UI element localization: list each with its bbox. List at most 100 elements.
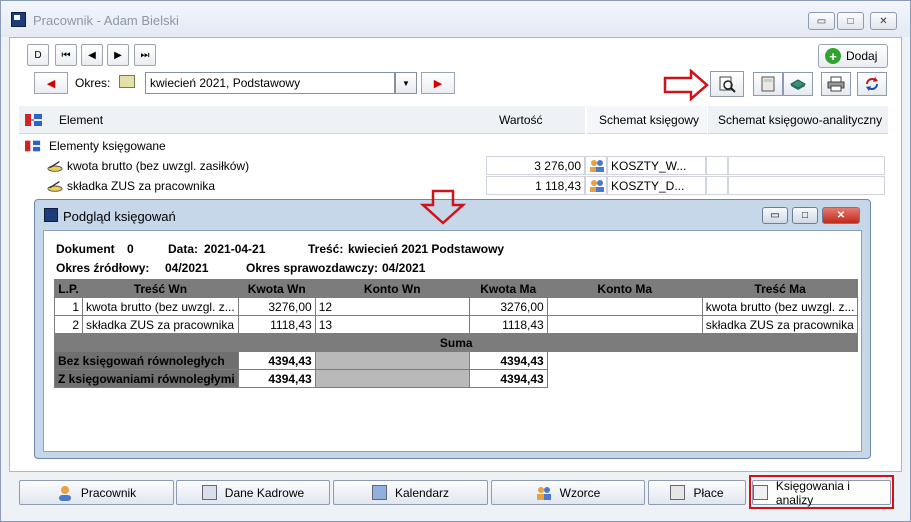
header-schemat-label: Schemat księgowy xyxy=(599,112,700,127)
grid-header-schemat-analityczny[interactable]: Schemat księgowo-analityczny xyxy=(708,106,888,134)
dialog-minimize-button[interactable]: ▭ xyxy=(762,207,788,224)
sum-label: Bez księgowań równoległych xyxy=(54,351,239,370)
tab-label: Dane Kadrowe xyxy=(224,485,305,500)
add-button[interactable]: + Dodaj xyxy=(818,44,888,68)
period-dropdown-button[interactable]: ▼ xyxy=(395,72,417,94)
tab-label: Kalendarz xyxy=(394,485,450,500)
grid-header-element[interactable]: Element xyxy=(19,106,487,134)
grid-row-value[interactable]: 3 276,00 xyxy=(486,156,585,175)
cell-kwota-ma: 1118,43 xyxy=(468,315,548,334)
tab-wzorce[interactable]: Wzorce xyxy=(491,480,645,505)
sum-konto-wn-empty xyxy=(314,351,470,370)
annotation-arrow-right-icon xyxy=(663,69,709,101)
tab-pracownik[interactable]: Pracownik xyxy=(19,480,174,505)
grid-row-empty-cell[interactable] xyxy=(706,176,728,195)
sum-kwota-ma: 4394,43 xyxy=(468,369,548,388)
tresc-value: kwiecień 2021 Podstawowy xyxy=(348,242,505,256)
main-window: Pracownik - Adam Bielski ▭ □ ✕ D ⏮ ◀ ▶ ⏭… xyxy=(0,0,911,522)
grid-row-schema[interactable]: KOSZTY_W... xyxy=(607,156,706,175)
arrow-right-icon: ▶ xyxy=(114,49,122,61)
dialog-maximize-button[interactable]: □ xyxy=(792,207,818,224)
users-icon xyxy=(585,156,607,175)
table-row[interactable]: 1 kwota brutto (bez uwzgl. z... 3276,00 … xyxy=(54,297,859,316)
grid-row-value[interactable]: 1 118,43 xyxy=(486,176,585,195)
annotation-arrow-down-icon xyxy=(419,189,467,225)
cell-konto-wn: 13 xyxy=(314,315,470,334)
document-icon: D xyxy=(34,49,42,61)
cell-kwota-wn: 3276,00 xyxy=(237,297,316,316)
skip-end-icon: ⏭ xyxy=(140,49,150,61)
calculator-button[interactable] xyxy=(753,72,783,96)
arrow-left-icon: ◀ xyxy=(88,49,96,61)
cell-tresc-ma: kwota brutto (bez uwzgl. z... xyxy=(701,297,859,316)
group-label[interactable]: Elementy księgowane xyxy=(49,139,166,153)
grid-header-schemat[interactable]: Schemat księgowy xyxy=(587,106,707,134)
red-arrow-right-icon: ▶ xyxy=(433,77,443,90)
sum-kwota-wn: 4394,43 xyxy=(237,369,316,388)
grid-row-name[interactable]: składka ZUS za pracownika xyxy=(67,179,215,193)
close-button[interactable]: ✕ xyxy=(870,12,897,30)
preview-postings-button[interactable] xyxy=(710,71,744,97)
title-bar: Pracownik - Adam Bielski ▭ □ ✕ xyxy=(1,1,910,37)
group-tree-icon xyxy=(25,140,41,152)
cell-tresc-ma: składka ZUS za pracownika xyxy=(701,315,859,334)
header-schemat-analityczny-label: Schemat księgowo-analityczny xyxy=(718,112,883,127)
period-select[interactable]: kwiecień 2021, Podstawowy xyxy=(145,72,395,94)
tab-dane-kadrowe[interactable]: Dane Kadrowe xyxy=(176,480,330,505)
maximize-button[interactable]: □ xyxy=(837,12,864,30)
cell-kwota-wn: 1118,43 xyxy=(237,315,316,334)
sum-row: Bez księgowań równoległych 4394,43 4394,… xyxy=(54,351,858,370)
minimize-button[interactable]: ▭ xyxy=(808,12,835,30)
okres-sprawozdawczy-value: 04/2021 xyxy=(382,261,426,275)
grid-row-empty-cell[interactable] xyxy=(706,156,728,175)
nav-next-button[interactable]: ▶ xyxy=(107,44,129,66)
print-button[interactable] xyxy=(821,72,851,96)
calculator-icon xyxy=(670,485,686,500)
okres-zrodlowy-label: Okres źródłowy: xyxy=(56,261,150,275)
okres-sprawozdawczy-label: Okres sprawozdawczy: xyxy=(246,261,379,275)
grid-row-analytic[interactable] xyxy=(728,156,885,175)
skip-start-icon: ⏮ xyxy=(61,49,71,61)
window-title: Pracownik - Adam Bielski xyxy=(33,13,179,28)
refresh-button[interactable] xyxy=(857,72,887,96)
dialog-app-icon xyxy=(44,208,58,222)
maximize-icon: □ xyxy=(801,210,809,221)
header-wartosc-label: Wartość xyxy=(499,112,543,127)
person-icon xyxy=(58,485,71,501)
calculator-icon xyxy=(761,76,775,92)
period-prev-button[interactable]: ◀ xyxy=(34,72,68,94)
nav-last-button[interactable]: ⏭ xyxy=(134,44,156,66)
empty-cell xyxy=(547,352,702,370)
grid-row-schema[interactable]: KOSZTY_D... xyxy=(607,176,706,195)
dialog-close-button[interactable]: ✕ xyxy=(822,207,860,224)
books-button[interactable] xyxy=(783,72,813,96)
table-row[interactable]: 2 składka ZUS za pracownika 1118,43 13 1… xyxy=(54,315,859,334)
cell-konto-ma xyxy=(546,297,703,316)
period-next-button[interactable]: ▶ xyxy=(421,72,455,94)
grid-row-name[interactable]: kwota brutto (bez uwzgl. zasiłków) xyxy=(67,159,249,173)
col-lp: L.P. xyxy=(54,279,83,298)
grid-row-analytic[interactable] xyxy=(728,176,885,195)
empty-cell xyxy=(547,370,702,388)
red-arrow-left-icon: ◀ xyxy=(46,77,56,90)
tab-label: Wzorce xyxy=(559,485,601,500)
okres-zrodlowy-value: 04/2021 xyxy=(165,261,209,275)
cell-konto-wn: 12 xyxy=(314,297,470,316)
cell-lp: 1 xyxy=(54,297,83,316)
suma-row: Suma xyxy=(53,333,859,352)
tab-place[interactable]: Płace xyxy=(648,480,746,505)
tab-kalendarz[interactable]: Kalendarz xyxy=(333,480,488,505)
nav-first-button[interactable]: D xyxy=(27,44,49,66)
data-label: Data: xyxy=(168,242,199,256)
sum-konto-wn-empty xyxy=(314,369,470,388)
app-icon xyxy=(11,12,26,27)
col-konto-ma: Konto Ma xyxy=(546,279,703,298)
period-label: Okres: xyxy=(75,76,111,90)
people-icon xyxy=(536,486,551,500)
book-icon xyxy=(119,75,135,88)
calendar-icon xyxy=(371,485,387,500)
magnifier-icon xyxy=(719,76,736,93)
nav-start-button[interactable]: ⏮ xyxy=(55,44,77,66)
grid-header-wartosc[interactable]: Wartość xyxy=(487,106,585,134)
nav-prev-button[interactable]: ◀ xyxy=(81,44,103,66)
